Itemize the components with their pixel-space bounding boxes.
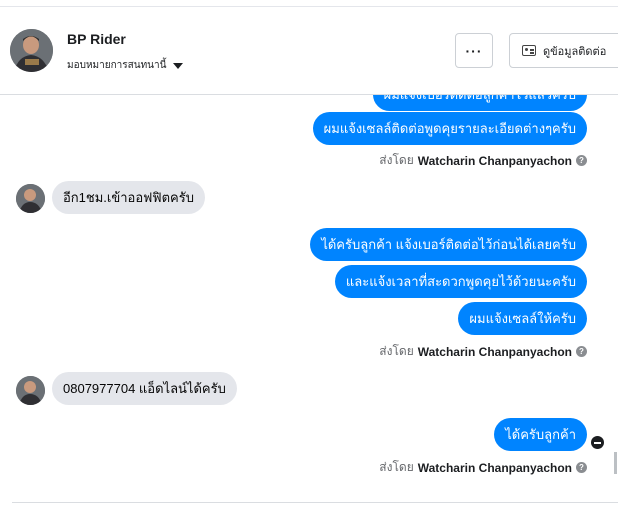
contact-name: BP Rider (67, 31, 126, 47)
sent-by-line: ส่งโดย Watcharin Chanpanyachon ? (379, 342, 587, 361)
sent-by-agent: Watcharin Chanpanyachon (417, 344, 572, 359)
message-bubble-incoming[interactable]: อีก1ชม.เข้าออฟฟิตครับ (52, 181, 205, 214)
message-bubble-outgoing[interactable]: ได้ครับลูกค้า แจ้งเบอร์ติดต่อไว้ก่อนได้เ… (310, 228, 587, 261)
sent-by-prefix: ส่งโดย (379, 153, 414, 167)
message-bubble-outgoing[interactable]: ผมแจ้งเซลล์ติดต่อพูดคุยรายละเอียดต่างๆคร… (312, 112, 587, 145)
sent-by-prefix: ส่งโดย (379, 460, 414, 474)
sent-by-prefix: ส่งโดย (379, 344, 414, 358)
message-bubble-outgoing[interactable]: ได้ครับลูกค้า (494, 418, 587, 451)
view-contact-info-button[interactable]: ดูข้อมูลติดต่อ (509, 33, 618, 68)
contact-card-icon (522, 45, 536, 56)
seen-avatar-icon (591, 436, 604, 449)
message-bubble-outgoing[interactable]: ผมแจ้งเบอร์ติดต่อลูกค้าไว้แล้วครับ (372, 95, 587, 111)
composer-divider (12, 502, 618, 503)
more-options-button[interactable]: ··· (455, 33, 493, 68)
contact-avatar-small (16, 376, 45, 405)
message-bubble-incoming[interactable]: 0807977704 แอ็ดไลน์ได้ครับ (52, 372, 237, 405)
assign-label: มอบหมายการสนทนานี้ (67, 60, 167, 71)
message-thread[interactable]: ผมแจ้งเบอร์ติดต่อลูกค้าไว้แล้วครับ ผมแจ้… (0, 95, 618, 502)
sent-by-agent: Watcharin Chanpanyachon (417, 460, 572, 475)
scrollbar[interactable] (614, 452, 617, 474)
help-icon[interactable]: ? (576, 346, 587, 357)
message-bubble-outgoing[interactable]: ผมแจ้งเซลล์ให้ครับ (458, 302, 587, 335)
message-bubble-outgoing[interactable]: และแจ้งเวลาที่สะดวกพูดคุยไว้ด้วยนะครับ (334, 265, 587, 298)
assign-conversation-dropdown[interactable]: มอบหมายการสนทนานี้ (67, 58, 184, 73)
caret-down-icon (173, 62, 184, 69)
sent-by-agent: Watcharin Chanpanyachon (417, 153, 572, 168)
sent-by-line: ส่งโดย Watcharin Chanpanyachon ? (379, 151, 587, 170)
contact-avatar-small (16, 184, 45, 213)
sent-by-line: ส่งโดย Watcharin Chanpanyachon ? (379, 458, 587, 477)
help-icon[interactable]: ? (576, 462, 587, 473)
more-horizontal-icon: ··· (465, 42, 483, 59)
contact-avatar[interactable] (10, 29, 53, 72)
conversation-header: BP Rider มอบหมายการสนทนานี้ ··· ดูข้อมูล… (0, 7, 618, 95)
help-icon[interactable]: ? (576, 155, 587, 166)
view-contact-info-label: ดูข้อมูลติดต่อ (543, 45, 607, 58)
conversation-panel: BP Rider มอบหมายการสนทนานี้ ··· ดูข้อมูล… (0, 0, 618, 505)
